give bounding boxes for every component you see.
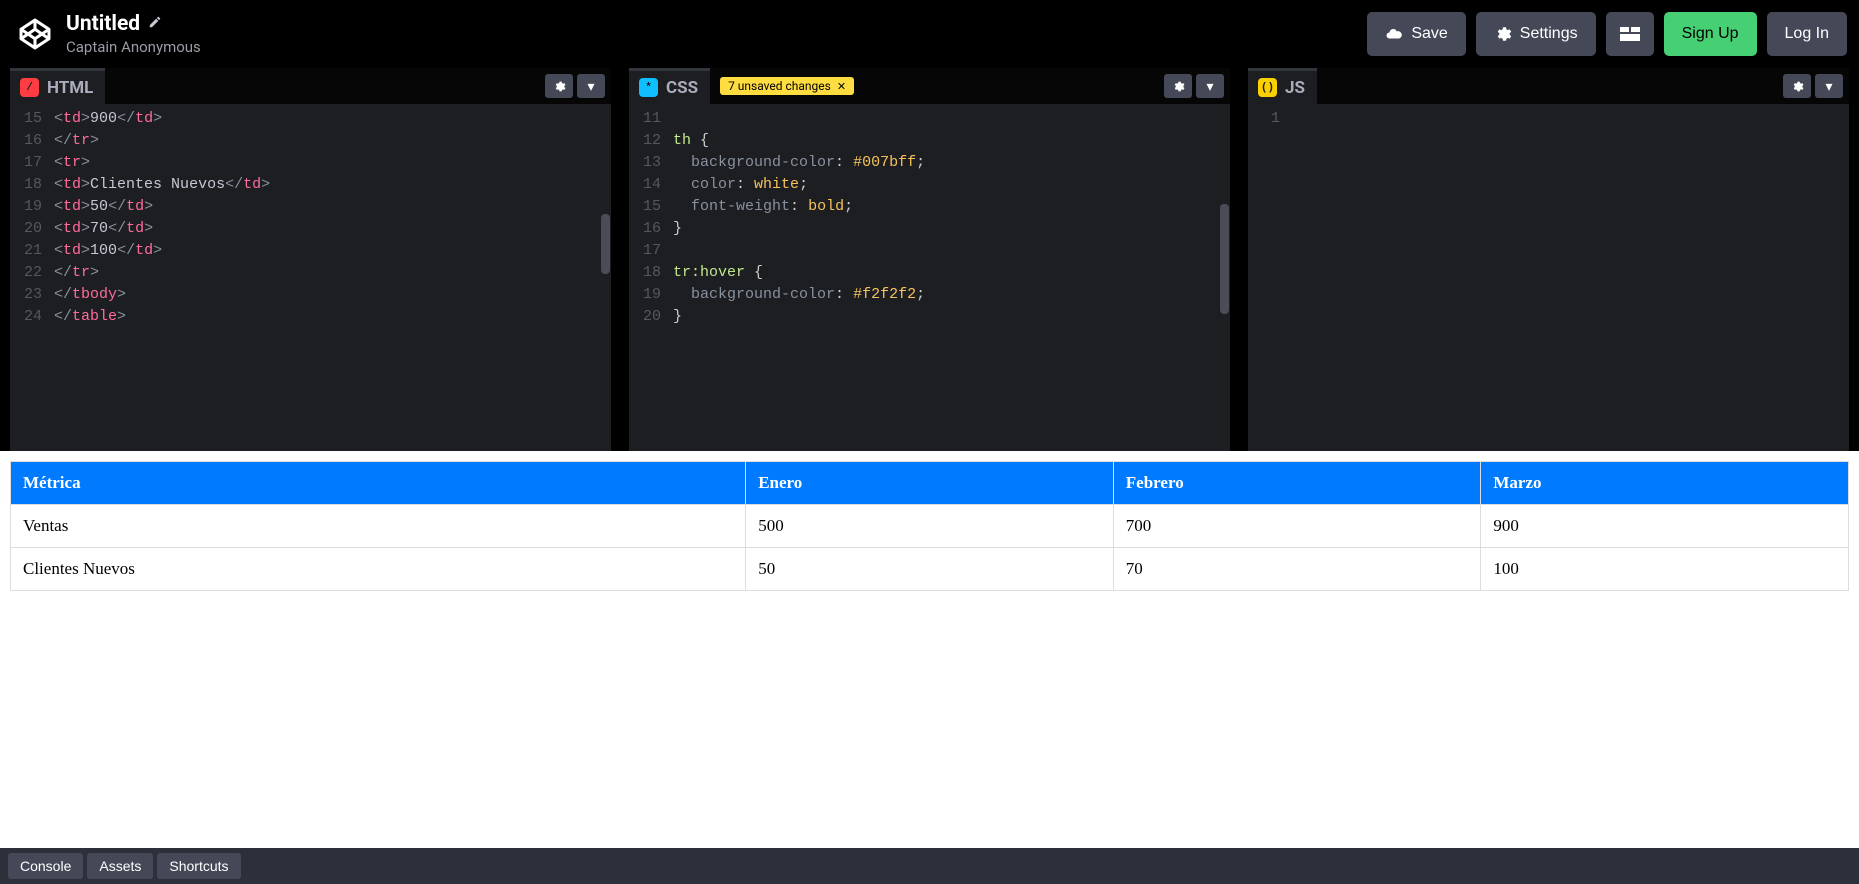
code-line[interactable]: 17 bbox=[629, 240, 1230, 262]
code-line[interactable]: 18<td>Clientes Nuevos</td> bbox=[10, 174, 611, 196]
pen-author[interactable]: Captain Anonymous bbox=[66, 38, 201, 56]
code-line[interactable]: 18tr:hover { bbox=[629, 262, 1230, 284]
cloud-icon bbox=[1385, 25, 1403, 43]
css-collapse-icon[interactable] bbox=[1196, 74, 1224, 98]
scrollbar-thumb[interactable] bbox=[1220, 204, 1229, 314]
css-settings-icon[interactable] bbox=[1164, 74, 1192, 98]
dismiss-unsaved-icon[interactable]: ✕ bbox=[837, 80, 846, 93]
html-code-area[interactable]: 15<td>900</td>16</tr>17<tr>18<td>Cliente… bbox=[10, 104, 611, 451]
save-button[interactable]: Save bbox=[1367, 12, 1465, 56]
gear-icon bbox=[1494, 25, 1512, 43]
code-line[interactable]: 11 bbox=[629, 108, 1230, 130]
footer-bar: Console Assets Shortcuts bbox=[0, 848, 1859, 884]
tab-css[interactable]: * CSS bbox=[629, 68, 710, 104]
table-cell: 70 bbox=[1113, 548, 1481, 591]
signup-button[interactable]: Sign Up bbox=[1664, 12, 1757, 56]
tab-js-label: JS bbox=[1285, 78, 1305, 98]
login-button[interactable]: Log In bbox=[1767, 12, 1847, 56]
code-line[interactable]: 17<tr> bbox=[10, 152, 611, 174]
js-collapse-icon[interactable] bbox=[1815, 74, 1843, 98]
code-line[interactable]: 20<td>70</td> bbox=[10, 218, 611, 240]
codepen-logo-icon[interactable] bbox=[18, 17, 52, 51]
layout-button[interactable] bbox=[1606, 12, 1654, 56]
code-line[interactable]: 15<td>900</td> bbox=[10, 108, 611, 130]
code-line[interactable]: 16} bbox=[629, 218, 1230, 240]
save-button-label: Save bbox=[1411, 25, 1447, 43]
table-cell: Ventas bbox=[11, 505, 746, 548]
js-lang-icon: () bbox=[1258, 78, 1277, 97]
header-left: Untitled Captain Anonymous bbox=[18, 12, 201, 56]
css-lang-icon: * bbox=[639, 78, 658, 97]
table-cell: 700 bbox=[1113, 505, 1481, 548]
signup-button-label: Sign Up bbox=[1682, 25, 1739, 43]
tab-html-label: HTML bbox=[47, 78, 93, 98]
table-row: Clientes Nuevos5070100 bbox=[11, 548, 1849, 591]
table-header: Febrero bbox=[1113, 462, 1481, 505]
shortcuts-button[interactable]: Shortcuts bbox=[157, 853, 240, 879]
code-line[interactable]: 1 bbox=[1248, 108, 1849, 130]
preview-pane: MétricaEneroFebreroMarzo Ventas500700900… bbox=[0, 451, 1859, 848]
editor-panel-html: / HTML 15<td>900</td>16</tr>17<tr>18<td>… bbox=[10, 68, 611, 451]
table-header: Marzo bbox=[1481, 462, 1849, 505]
editor-panel-js: () JS 1 bbox=[1248, 68, 1849, 451]
html-lang-icon: / bbox=[20, 78, 39, 97]
tab-css-label: CSS bbox=[666, 78, 698, 98]
table-header: Enero bbox=[746, 462, 1114, 505]
code-line[interactable]: 20} bbox=[629, 306, 1230, 328]
editor-header-css: * CSS 7 unsaved changes ✕ bbox=[629, 68, 1230, 104]
css-code-area[interactable]: 1112th {13 background-color: #007bff;14 … bbox=[629, 104, 1230, 451]
code-line[interactable]: 22</tr> bbox=[10, 262, 611, 284]
unsaved-changes-label: 7 unsaved changes bbox=[728, 79, 831, 93]
settings-button-label: Settings bbox=[1520, 25, 1578, 43]
unsaved-changes-badge[interactable]: 7 unsaved changes ✕ bbox=[720, 77, 854, 95]
table-cell: 100 bbox=[1481, 548, 1849, 591]
editors-row: / HTML 15<td>900</td>16</tr>17<tr>18<td>… bbox=[0, 68, 1859, 451]
edit-title-icon[interactable] bbox=[148, 15, 162, 33]
table-cell: Clientes Nuevos bbox=[11, 548, 746, 591]
app-header: Untitled Captain Anonymous Save Settings… bbox=[0, 0, 1859, 68]
table-cell: 50 bbox=[746, 548, 1114, 591]
editor-header-html: / HTML bbox=[10, 68, 611, 104]
table-header: Métrica bbox=[11, 462, 746, 505]
layout-icon bbox=[1620, 27, 1640, 41]
editor-panel-css: * CSS 7 unsaved changes ✕ 1112th {13 bac… bbox=[629, 68, 1230, 451]
table-row: Ventas500700900 bbox=[11, 505, 1849, 548]
tab-html[interactable]: / HTML bbox=[10, 68, 105, 104]
js-code-area[interactable]: 1 bbox=[1248, 104, 1849, 451]
code-line[interactable]: 24</table> bbox=[10, 306, 611, 328]
js-settings-icon[interactable] bbox=[1783, 74, 1811, 98]
title-block: Untitled Captain Anonymous bbox=[66, 12, 201, 56]
code-line[interactable]: 21<td>100</td> bbox=[10, 240, 611, 262]
table-cell: 900 bbox=[1481, 505, 1849, 548]
settings-button[interactable]: Settings bbox=[1476, 12, 1596, 56]
html-collapse-icon[interactable] bbox=[577, 74, 605, 98]
code-line[interactable]: 19 background-color: #f2f2f2; bbox=[629, 284, 1230, 306]
header-right: Save Settings Sign Up Log In bbox=[1367, 12, 1847, 56]
code-line[interactable]: 15 font-weight: bold; bbox=[629, 196, 1230, 218]
scrollbar-thumb[interactable] bbox=[601, 214, 610, 274]
code-line[interactable]: 14 color: white; bbox=[629, 174, 1230, 196]
editor-header-js: () JS bbox=[1248, 68, 1849, 104]
tab-js[interactable]: () JS bbox=[1248, 68, 1317, 104]
pen-title[interactable]: Untitled bbox=[66, 12, 140, 36]
code-line[interactable]: 19<td>50</td> bbox=[10, 196, 611, 218]
code-line[interactable]: 13 background-color: #007bff; bbox=[629, 152, 1230, 174]
table-cell: 500 bbox=[746, 505, 1114, 548]
code-line[interactable]: 23</tbody> bbox=[10, 284, 611, 306]
code-line[interactable]: 16</tr> bbox=[10, 130, 611, 152]
html-settings-icon[interactable] bbox=[545, 74, 573, 98]
preview-table: MétricaEneroFebreroMarzo Ventas500700900… bbox=[10, 461, 1849, 591]
login-button-label: Log In bbox=[1785, 25, 1829, 43]
assets-button[interactable]: Assets bbox=[87, 853, 153, 879]
code-line[interactable]: 12th { bbox=[629, 130, 1230, 152]
console-button[interactable]: Console bbox=[8, 853, 83, 879]
